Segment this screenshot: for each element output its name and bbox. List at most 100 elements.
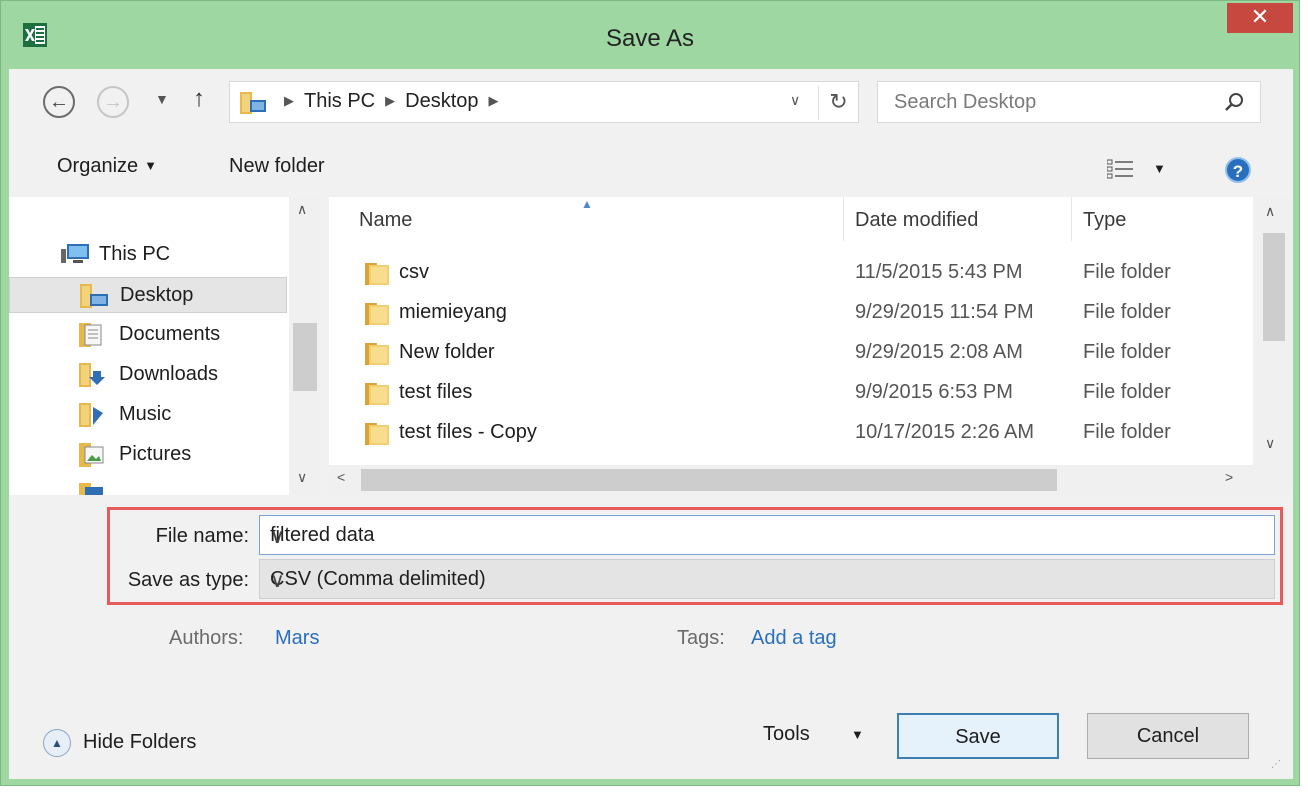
scroll-left-icon[interactable]: < <box>337 469 345 485</box>
sidebar-item-label: Desktop <box>120 284 194 306</box>
file-name: csv <box>399 261 429 283</box>
caret-down-icon: ▼ <box>144 158 158 173</box>
file-date: 9/9/2015 6:53 PM <box>855 381 1013 403</box>
music-icon <box>79 403 107 433</box>
organize-menu[interactable]: Organize ▼ <box>57 155 157 178</box>
column-header-date[interactable]: Date modified <box>855 209 978 232</box>
breadcrumb-desktop[interactable]: Desktop <box>405 90 478 112</box>
search-placeholder: Search Desktop <box>894 91 1037 113</box>
breadcrumb: ▶ This PC ▶ Desktop ▶ <box>274 90 509 113</box>
tools-menu[interactable]: Tools <box>763 723 810 746</box>
file-type: File folder <box>1083 301 1171 323</box>
column-divider[interactable] <box>1071 197 1072 241</box>
desktop-folder-icon <box>240 92 266 120</box>
folder-icon <box>365 421 391 451</box>
scroll-down-icon[interactable]: ∨ <box>297 469 307 486</box>
sidebar-item-downloads[interactable]: Downloads <box>9 357 287 393</box>
new-folder-button[interactable]: New folder <box>229 155 325 178</box>
title-bar: Save As ✕ <box>1 1 1299 77</box>
file-name-field[interactable]: filtered data ∨ <box>259 515 1275 555</box>
sidebar-item-pictures[interactable]: Pictures <box>9 437 287 473</box>
navigation-pane: This PC Desktop Documents Downloads Musi… <box>9 197 321 495</box>
file-row[interactable]: csv 11/5/2015 5:43 PM File folder <box>329 253 1253 293</box>
desktop-folder-icon <box>80 284 108 314</box>
scroll-thumb[interactable] <box>293 323 317 391</box>
authors-value[interactable]: Mars <box>275 627 319 650</box>
nav-scrollbar[interactable]: ∧ ∨ <box>289 197 321 495</box>
file-list: ▲ Name Date modified Type csv 11/5/2015 … <box>329 197 1293 495</box>
scroll-up-icon[interactable]: ∧ <box>1265 203 1275 220</box>
sidebar-item-desktop[interactable]: Desktop <box>9 277 287 313</box>
breadcrumb-chevron-icon[interactable]: ▶ <box>274 93 304 108</box>
videos-icon <box>79 483 107 495</box>
save-type-label: Save as type: <box>127 569 249 591</box>
up-button[interactable]: ↑ <box>193 85 205 113</box>
file-date: 11/5/2015 5:43 PM <box>855 261 1023 283</box>
search-icon[interactable] <box>1224 91 1246 119</box>
refresh-icon[interactable]: ↻ <box>818 86 858 120</box>
scroll-right-icon[interactable]: > <box>1225 469 1233 485</box>
view-options-dropdown[interactable]: ▼ <box>1153 161 1166 176</box>
window-title: Save As <box>605 25 695 52</box>
sidebar-item-documents[interactable]: Documents <box>9 317 287 353</box>
forward-button[interactable]: → <box>97 86 129 118</box>
caret-down-icon[interactable]: ▼ <box>851 727 864 742</box>
file-list-vertical-scrollbar[interactable]: ∧ ∨ <box>1253 197 1293 465</box>
sidebar-item-label: Music <box>119 403 172 425</box>
scroll-up-icon[interactable]: ∧ <box>297 201 307 218</box>
organize-label: Organize <box>57 155 139 177</box>
breadcrumb-chevron-icon[interactable]: ▶ <box>375 93 405 108</box>
scroll-thumb[interactable] <box>1263 233 1285 341</box>
breadcrumb-this-pc[interactable]: This PC <box>304 90 375 112</box>
column-divider[interactable] <box>843 197 844 241</box>
file-list-horizontal-scrollbar[interactable]: < > <box>329 465 1253 495</box>
file-row[interactable]: New folder 9/29/2015 2:08 AM File folder <box>329 333 1253 373</box>
search-input[interactable]: Search Desktop <box>877 81 1261 123</box>
help-icon[interactable]: ? <box>1225 157 1251 183</box>
sidebar-item-label: Pictures <box>119 443 192 465</box>
address-history-dropdown[interactable]: ∨ <box>790 92 800 109</box>
file-name: test files - Copy <box>399 421 537 443</box>
file-type: File folder <box>1083 421 1171 443</box>
file-date: 9/29/2015 11:54 PM <box>855 301 1034 323</box>
folder-icon <box>365 341 391 371</box>
file-row[interactable]: miemieyang 9/29/2015 11:54 PM File folde… <box>329 293 1253 333</box>
folder-icon <box>365 301 391 331</box>
sidebar-item-this-pc[interactable]: This PC <box>9 237 287 273</box>
sidebar-item-music[interactable]: Music <box>9 397 287 433</box>
back-button[interactable]: ← <box>43 86 75 118</box>
pane-divider[interactable] <box>321 197 329 495</box>
collapse-up-icon: ▲ <box>43 729 71 757</box>
folder-icon <box>365 261 391 291</box>
file-type: File folder <box>1083 381 1171 403</box>
file-row[interactable]: test files 9/9/2015 6:53 PM File folder <box>329 373 1253 413</box>
column-header-type[interactable]: Type <box>1083 209 1126 232</box>
sidebar-item-videos-partial[interactable] <box>9 477 287 495</box>
file-name: test files <box>399 381 473 403</box>
downloads-icon <box>79 363 107 393</box>
close-button[interactable]: ✕ <box>1227 3 1293 33</box>
scroll-down-icon[interactable]: ∨ <box>1265 435 1275 452</box>
sort-ascending-icon: ▲ <box>581 197 593 211</box>
breadcrumb-chevron-icon[interactable]: ▶ <box>479 93 509 108</box>
scroll-thumb[interactable] <box>361 469 1057 491</box>
column-header-name[interactable]: Name <box>359 209 412 232</box>
file-row[interactable]: test files - Copy 10/17/2015 2:26 AM Fil… <box>329 413 1253 453</box>
file-type: File folder <box>1083 261 1171 283</box>
address-bar[interactable]: ▶ This PC ▶ Desktop ▶ ∨ ↻ <box>229 81 859 123</box>
save-button[interactable]: Save <box>897 713 1059 759</box>
save-as-dialog: Save As ✕ ← → ▼ ↑ ▶ This PC ▶ Desktop ▶ ∨ ↻ <box>0 0 1300 786</box>
view-options-icon[interactable] <box>1106 159 1133 185</box>
scrollbar-corner <box>1253 465 1293 495</box>
recent-locations-dropdown[interactable]: ▼ <box>155 91 169 107</box>
tags-value[interactable]: Add a tag <box>751 627 837 650</box>
resize-grip-icon[interactable]: ⋰ <box>1271 759 1281 770</box>
chevron-down-icon[interactable]: ∨ <box>270 568 1264 593</box>
chevron-down-icon[interactable]: ∨ <box>270 524 1264 549</box>
cancel-button[interactable]: Cancel <box>1087 713 1249 759</box>
file-date: 10/17/2015 2:26 AM <box>855 421 1035 443</box>
command-bar: Organize ▼ New folder ▼ ? <box>9 141 1293 195</box>
file-type: File folder <box>1083 341 1171 363</box>
save-type-select[interactable]: CSV (Comma delimited) ∨ <box>259 559 1275 599</box>
hide-folders-label: Hide Folders <box>83 731 197 753</box>
